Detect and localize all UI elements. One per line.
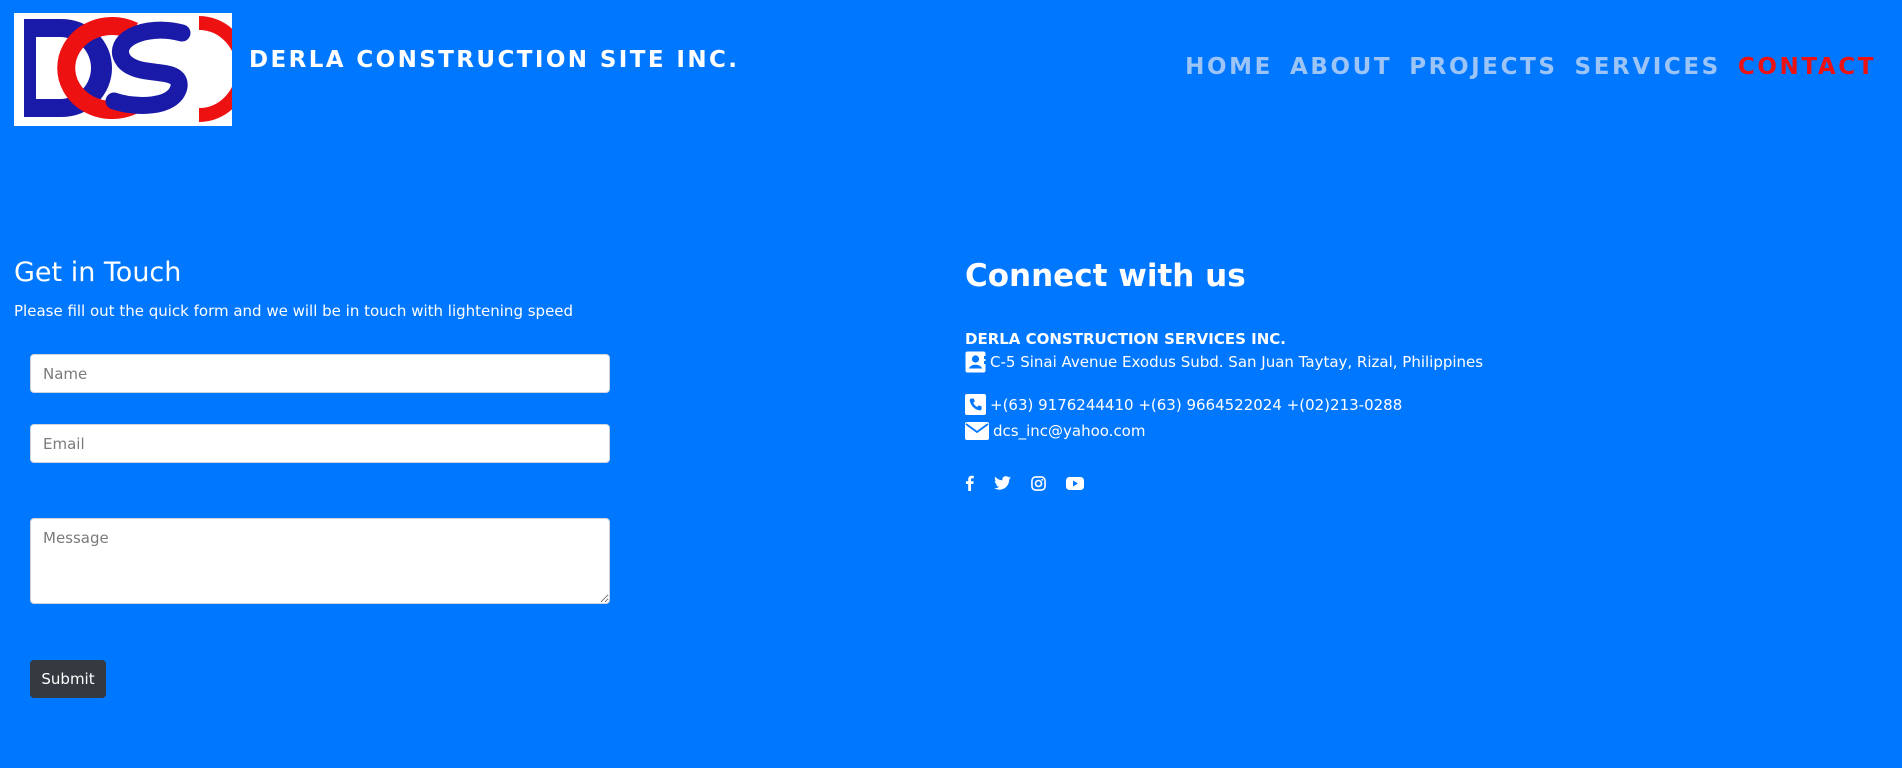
message-textarea[interactable] xyxy=(30,518,610,604)
nav-services[interactable]: SERVICES xyxy=(1575,54,1721,80)
email-input[interactable] xyxy=(30,424,610,463)
company-name: DERLA CONSTRUCTION SERVICES INC. xyxy=(965,330,1286,348)
address-line: C-5 Sinai Avenue Exodus Subd. San Juan T… xyxy=(965,351,1483,373)
address-card-icon xyxy=(965,351,986,373)
address-text: C-5 Sinai Avenue Exodus Subd. San Juan T… xyxy=(990,353,1484,371)
name-input[interactable] xyxy=(30,354,610,393)
nav-about[interactable]: ABOUT xyxy=(1290,54,1392,80)
nav-projects[interactable]: PROJECTS xyxy=(1409,54,1557,80)
instagram-icon[interactable] xyxy=(1031,475,1046,491)
get-in-touch-heading: Get in Touch xyxy=(14,257,182,288)
main-nav: HOME ABOUT PROJECTS SERVICES CONTACT xyxy=(1185,54,1876,80)
social-links xyxy=(965,475,1084,491)
brand-name[interactable]: DERLA CONSTRUCTION SITE INC. xyxy=(249,47,739,73)
connect-heading: Connect with us xyxy=(965,258,1246,294)
form-subtitle: Please fill out the quick form and we wi… xyxy=(14,302,574,320)
email-line: dcs_inc@yahoo.com xyxy=(965,422,1145,440)
nav-home[interactable]: HOME xyxy=(1185,54,1273,80)
company-logo[interactable] xyxy=(14,13,232,126)
facebook-icon[interactable] xyxy=(965,475,974,491)
submit-button[interactable]: Submit xyxy=(30,660,106,698)
youtube-icon[interactable] xyxy=(1066,476,1084,490)
nav-contact[interactable]: CONTACT xyxy=(1738,54,1876,80)
phone-icon xyxy=(965,394,986,415)
envelope-icon xyxy=(965,422,989,440)
email-text[interactable]: dcs_inc@yahoo.com xyxy=(993,422,1145,440)
phone-line: +(63) 9176244410 +(63) 9664522024 +(02)2… xyxy=(965,394,1402,415)
twitter-icon[interactable] xyxy=(994,476,1011,490)
phone-numbers: +(63) 9176244410 +(63) 9664522024 +(02)2… xyxy=(990,395,1403,414)
dcs-logo-icon xyxy=(24,16,232,122)
